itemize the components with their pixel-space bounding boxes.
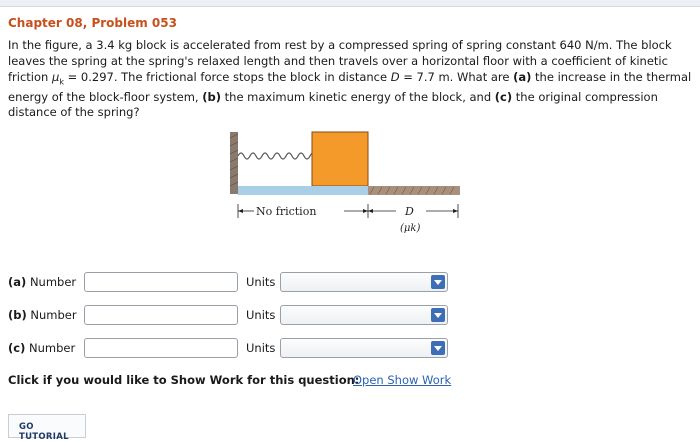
answer-b-number-input[interactable] <box>84 305 238 325</box>
go-tutorial-label: GO TUTORIAL <box>19 422 69 442</box>
friction-coefficient-label: (μk) <box>400 223 420 234</box>
answer-a-units-select[interactable] <box>280 272 448 292</box>
problem-title: Chapter 08, Problem 053 <box>8 16 177 30</box>
top-border <box>0 0 700 7</box>
wall <box>230 132 238 194</box>
chevron-down-icon[interactable] <box>431 341 445 355</box>
answer-b-units-label: Units <box>246 308 276 322</box>
answer-a-units-label: Units <box>246 275 276 289</box>
answer-a-label: (a) Number <box>8 275 77 289</box>
show-work-prompt: Click if you would like to Show Work for… <box>8 373 360 387</box>
answer-c-units-select[interactable] <box>280 338 448 358</box>
no-friction-label: No friction <box>256 205 316 218</box>
answer-c-units-label: Units <box>246 341 276 355</box>
answer-b-label: (b) Number <box>8 308 77 322</box>
open-show-work-link[interactable]: Open Show Work <box>353 373 451 387</box>
answer-b-units-select[interactable] <box>280 305 448 325</box>
block <box>311 131 369 187</box>
spring-block-figure: No friction D (μk) <box>229 131 460 234</box>
spring <box>237 152 323 160</box>
answer-c-number-input[interactable] <box>84 338 238 358</box>
problem-statement: In the figure, a 3.4 kg block is acceler… <box>8 38 692 120</box>
chevron-down-icon[interactable] <box>431 275 445 289</box>
answer-a-number-input[interactable] <box>84 272 238 292</box>
answer-c-label: (c) Number <box>8 341 76 355</box>
chevron-down-icon[interactable] <box>431 308 445 322</box>
go-tutorial-button[interactable]: GO TUTORIAL <box>8 414 86 442</box>
distance-d-label: D <box>404 205 414 218</box>
frictionless-floor <box>238 186 368 195</box>
